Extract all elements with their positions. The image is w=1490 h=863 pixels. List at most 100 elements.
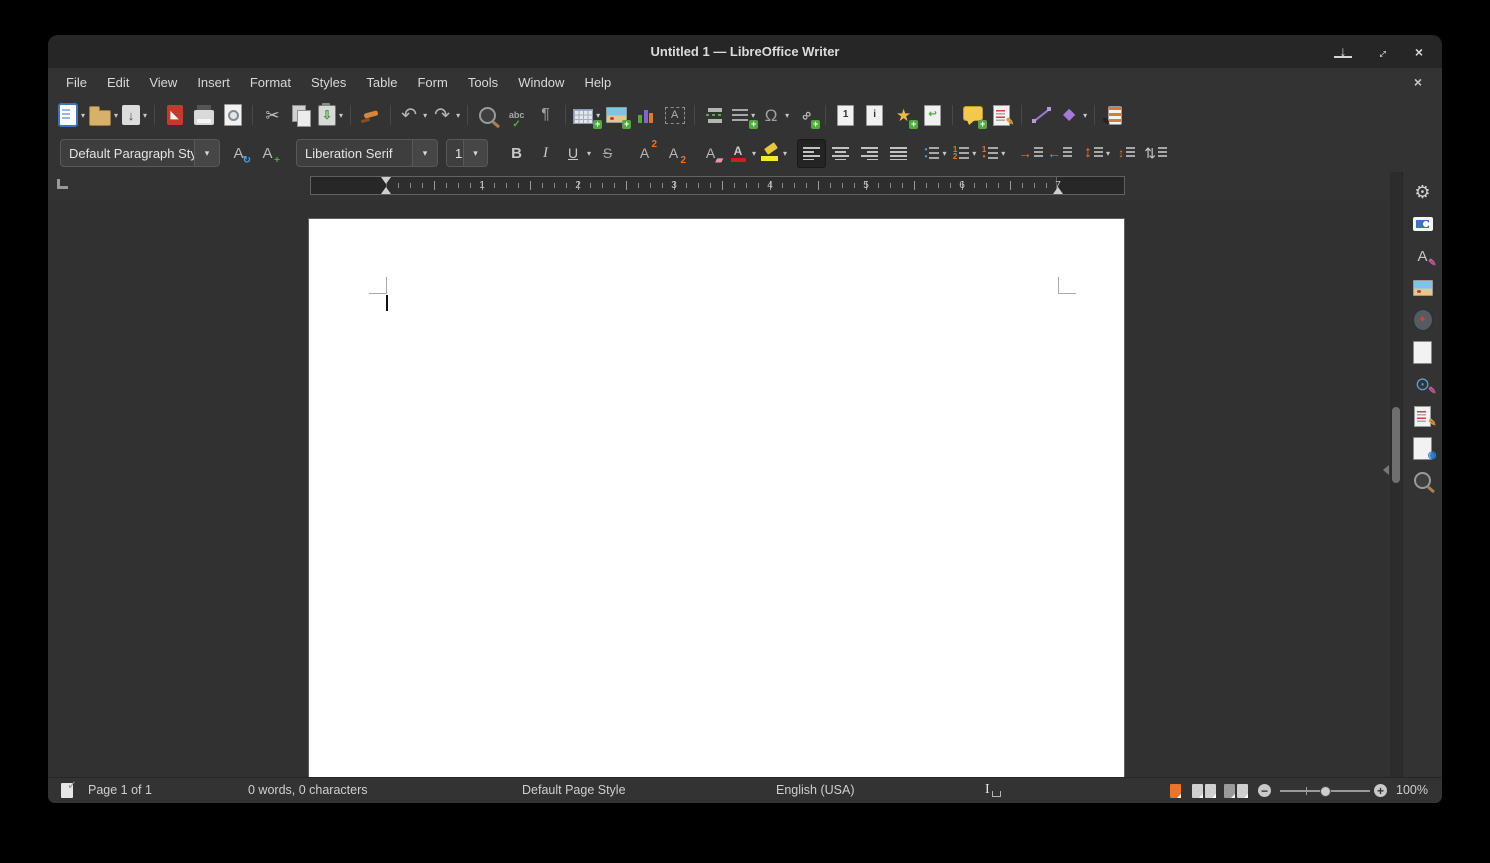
zoom-slider-thumb[interactable]	[1320, 786, 1331, 797]
document-saved-icon[interactable]: ✓	[61, 783, 73, 798]
insert-endnote-button[interactable]: i	[860, 101, 889, 130]
styles-deck-button[interactable]: A✎	[1407, 241, 1439, 271]
basic-shapes-dropdown-icon[interactable]: ▾	[1083, 111, 1087, 120]
highlight-color-button[interactable]: ▾	[758, 139, 789, 168]
insert-field-button[interactable]: +▾	[729, 101, 758, 130]
ordered-list-button[interactable]: 1 2▾	[950, 139, 979, 168]
bold-button[interactable]: B	[502, 139, 531, 168]
menu-file[interactable]: File	[56, 71, 97, 94]
menu-insert[interactable]: Insert	[187, 71, 240, 94]
align-right-button[interactable]	[855, 139, 884, 168]
menu-edit[interactable]: Edit	[97, 71, 139, 94]
font-color-button[interactable]: A▾	[725, 139, 758, 168]
scrollbar-thumb[interactable]	[1392, 407, 1400, 483]
vertical-scrollbar[interactable]	[1390, 172, 1402, 777]
font-color-dropdown-icon[interactable]: ▾	[752, 149, 756, 158]
find-replace-button[interactable]	[473, 101, 502, 130]
line-spacing-button[interactable]: ↕▾	[1082, 139, 1112, 168]
print-preview-button[interactable]	[218, 101, 247, 130]
font-name-dropdown-icon[interactable]: ▾	[412, 140, 437, 166]
highlight-color-dropdown-icon[interactable]: ▾	[783, 149, 787, 158]
tab-type-selector-icon[interactable]	[57, 179, 68, 189]
insert-bookmark-button[interactable]: ★+	[889, 101, 918, 130]
paragraph-style-combo[interactable]: Default Paragraph Style▾	[60, 139, 220, 167]
increase-indent-button[interactable]: →	[1016, 139, 1045, 168]
gallery-deck-button[interactable]	[1407, 273, 1439, 303]
book-view-button[interactable]	[1224, 784, 1248, 798]
draw-functions-button[interactable]: ✎	[1100, 101, 1129, 130]
zoom-out-button[interactable]: −	[1258, 784, 1271, 797]
copy-button[interactable]	[287, 101, 316, 130]
special-character-dropdown-icon[interactable]: ▾	[785, 111, 789, 120]
new-document-dropdown-icon[interactable]: ▾	[81, 111, 85, 120]
insert-line-button[interactable]	[1027, 101, 1056, 130]
basic-shapes-button[interactable]: ◆▾	[1056, 101, 1089, 130]
menu-window[interactable]: Window	[508, 71, 574, 94]
paste-dropdown-icon[interactable]: ▾	[339, 111, 343, 120]
multi-page-view-button[interactable]	[1192, 784, 1216, 798]
font-name-combo[interactable]: Liberation Serif▾	[296, 139, 438, 167]
zoom-level[interactable]: 100%	[1396, 778, 1428, 803]
export-pdf-button[interactable]: ◣	[160, 101, 189, 130]
undo-dropdown-icon[interactable]: ▾	[423, 111, 427, 120]
italic-button[interactable]: I	[531, 139, 560, 168]
new-style-button[interactable]: A+	[253, 139, 282, 168]
save-dropdown-icon[interactable]: ▾	[143, 111, 147, 120]
redo-dropdown-icon[interactable]: ▾	[456, 111, 460, 120]
sidebar-settings-button[interactable]: ⚙	[1407, 177, 1439, 207]
spelling-button[interactable]: abc✓	[502, 101, 531, 130]
update-style-button[interactable]: A↻	[224, 139, 253, 168]
navigator-deck-button[interactable]: ✦	[1407, 305, 1439, 335]
paragraph-style-dropdown-icon[interactable]: ▾	[194, 140, 219, 166]
page-deck-button[interactable]	[1407, 337, 1439, 367]
strikethrough-button[interactable]: S	[593, 139, 622, 168]
paste-button[interactable]: ⇩▾	[316, 101, 345, 130]
language-status[interactable]: English (USA)	[776, 778, 855, 803]
special-character-button[interactable]: Ω▾	[758, 101, 791, 130]
style-inspector-deck-button[interactable]: ⊙✎	[1407, 369, 1439, 399]
font-size-dropdown-icon[interactable]: ▾	[463, 140, 487, 166]
track-changes-button[interactable]: ✎	[987, 101, 1016, 130]
new-document-button[interactable]: ▾	[56, 101, 87, 130]
undo-button[interactable]: ↶▾	[396, 101, 429, 130]
first-line-indent-marker[interactable]	[381, 177, 391, 184]
single-page-view-button[interactable]	[1170, 784, 1181, 798]
cut-button[interactable]: ✂	[258, 101, 287, 130]
outline-list-dropdown-icon[interactable]: ▾	[1001, 149, 1005, 158]
menu-table[interactable]: Table	[356, 71, 407, 94]
insert-table-button[interactable]: +▾	[571, 101, 602, 130]
open-dropdown-icon[interactable]: ▾	[114, 111, 118, 120]
menu-styles[interactable]: Styles	[301, 71, 356, 94]
left-indent-marker[interactable]	[381, 187, 391, 194]
ordered-list-dropdown-icon[interactable]: ▾	[972, 149, 976, 158]
insert-chart-button[interactable]	[631, 101, 660, 130]
close-window-icon[interactable]: ×	[1410, 43, 1428, 61]
sidebar-splitter-arrow-icon[interactable]	[1383, 465, 1389, 475]
manage-changes-deck-button[interactable]: ✎	[1407, 401, 1439, 431]
accessibility-check-deck-button[interactable]: ◉	[1407, 433, 1439, 463]
subscript-button[interactable]: A2	[659, 139, 688, 168]
maximize-icon[interactable]: ↔	[1368, 39, 1393, 64]
formatting-marks-button[interactable]: ¶	[531, 101, 560, 130]
page-number-status[interactable]: Page 1 of 1	[88, 778, 152, 803]
page-style-status[interactable]: Default Page Style	[522, 778, 626, 803]
save-button[interactable]: ↓▾	[120, 101, 149, 130]
insert-footnote-button[interactable]: 1	[831, 101, 860, 130]
line-spacing-dropdown-icon[interactable]: ▾	[1106, 149, 1110, 158]
insert-mode-icon[interactable]: I	[985, 782, 1001, 798]
underline-button[interactable]: U▾	[560, 139, 593, 168]
page-break-button[interactable]	[700, 101, 729, 130]
clear-formatting-button[interactable]: A▰	[696, 139, 725, 168]
menu-help[interactable]: Help	[574, 71, 621, 94]
redo-button[interactable]: ↷▾	[429, 101, 462, 130]
menu-form[interactable]: Form	[407, 71, 457, 94]
find-deck-button[interactable]	[1407, 465, 1439, 495]
font-size-combo[interactable]: 12 pt▾	[446, 139, 488, 167]
menu-view[interactable]: View	[139, 71, 187, 94]
menu-tools[interactable]: Tools	[458, 71, 508, 94]
cross-reference-button[interactable]: ↩	[918, 101, 947, 130]
clone-formatting-button[interactable]	[356, 101, 385, 130]
insert-image-button[interactable]: +	[602, 101, 631, 130]
unordered-list-dropdown-icon[interactable]: ▾	[942, 149, 946, 158]
superscript-button[interactable]: A2	[630, 139, 659, 168]
